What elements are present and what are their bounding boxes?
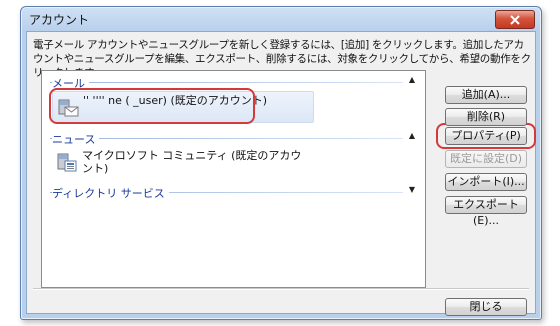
account-item-mail[interactable]: '' '''' ne ( _user) (既定のアカウント) — [52, 91, 314, 123]
group-label-directory: ディレクトリ サービス — [52, 185, 169, 201]
group-divider — [50, 82, 403, 83]
close-button[interactable]: 閉じる — [445, 298, 527, 316]
import-button[interactable]: インポート(I)... — [445, 173, 527, 191]
close-window-button[interactable] — [495, 10, 535, 29]
remove-button[interactable]: 削除(R) — [445, 108, 527, 126]
group-label-news: ニュース — [52, 131, 100, 147]
dialog-title: アカウント — [29, 13, 90, 27]
add-button[interactable]: 追加(A)... — [445, 86, 527, 104]
news-account-icon — [57, 153, 77, 172]
chevron-up-icon[interactable]: ▲ — [407, 75, 417, 87]
chevron-up-icon[interactable]: ▲ — [407, 131, 417, 143]
chevron-down-icon[interactable]: ▼ — [407, 185, 417, 197]
account-label-mail: '' '''' ne ( _user) (既定のアカウント) — [83, 94, 268, 107]
mail-account-icon — [58, 99, 79, 117]
account-list[interactable]: メール ▲ '' '''' ne ( _user) (既定のアカウント) ニュー… — [41, 70, 426, 288]
group-header-news[interactable]: ニュース ▲ — [50, 131, 419, 147]
export-button[interactable]: エクスポート(E)... — [445, 196, 527, 227]
dialog-body: 電子メール アカウントやニュースグループを新しく登録するには、[追加] をクリッ… — [26, 31, 536, 316]
group-divider — [50, 138, 403, 139]
account-item-news[interactable]: マイクロソフト コミュニティ (既定のアカウント) — [52, 147, 312, 177]
group-label-mail: メール — [52, 75, 89, 91]
title-bar[interactable]: アカウント — [21, 7, 541, 31]
properties-button[interactable]: プロパティ(P) — [445, 127, 527, 145]
group-header-directory[interactable]: ディレクトリ サービス ▼ — [50, 185, 419, 201]
account-label-news: マイクロソフト コミュニティ (既定のアカウント) — [82, 149, 302, 175]
accounts-dialog: アカウント 電子メール アカウントやニュースグループを新しく登録するには、[追加… — [20, 6, 542, 320]
group-header-mail[interactable]: メール ▲ — [50, 75, 419, 91]
close-icon — [510, 14, 520, 25]
footer-divider — [33, 288, 529, 290]
set-default-button[interactable]: 既定に設定(D) — [445, 150, 527, 168]
